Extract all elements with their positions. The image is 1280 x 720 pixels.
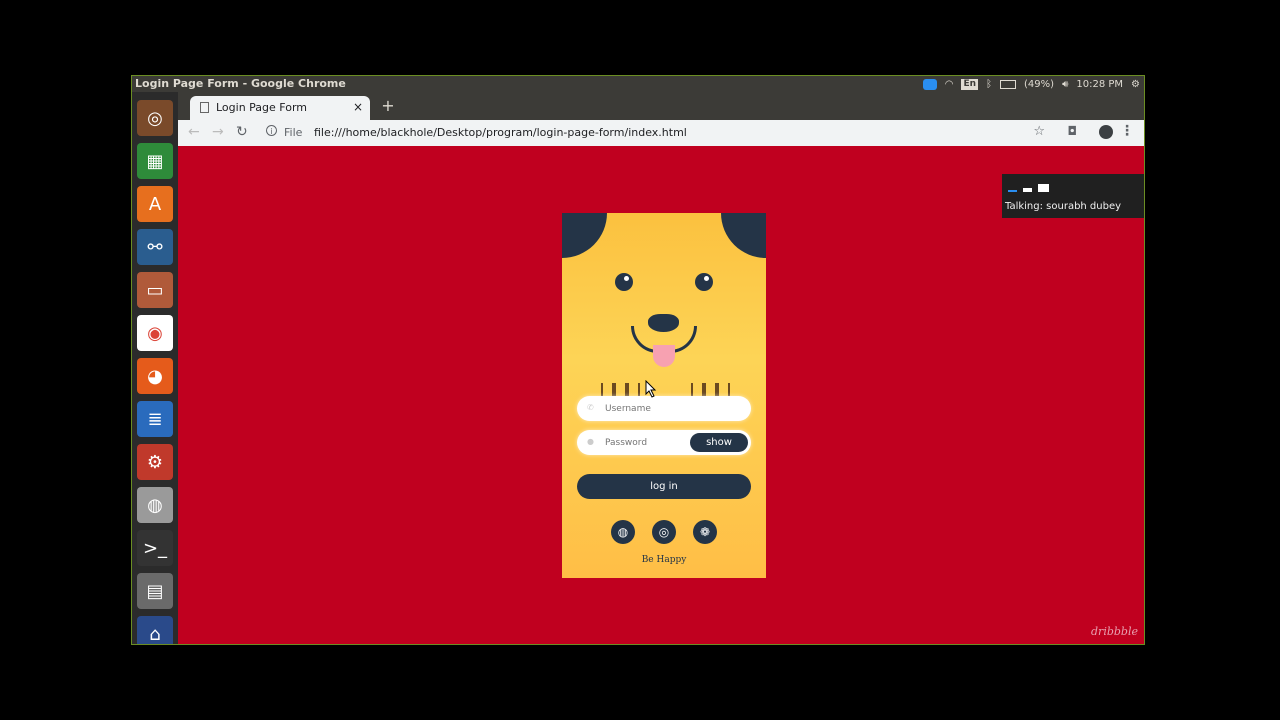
back-icon[interactable]: ←: [188, 124, 200, 140]
spreadsheet-icon[interactable]: ▦: [137, 143, 173, 179]
chat-icon: ●: [587, 437, 594, 446]
bluetooth-icon[interactable]: ᛒ: [986, 79, 992, 90]
address-bar[interactable]: file:///home/blackhole/Desktop/program/l…: [314, 126, 687, 139]
window-title: Login Page Form - Google Chrome: [135, 77, 346, 90]
left-eye: [615, 273, 633, 291]
ubuntu-dash-icon[interactable]: ◎: [137, 100, 173, 136]
talking-label: Talking: sourabh dubey: [1005, 201, 1122, 212]
username-input[interactable]: [603, 400, 687, 418]
terminal-icon[interactable]: >_: [137, 530, 173, 566]
clock[interactable]: 10:28 PM: [1076, 79, 1123, 90]
settings-icon[interactable]: ⚙: [137, 444, 173, 480]
mouse-cursor-icon: [645, 380, 657, 398]
weibo-icon[interactable]: ◎: [652, 520, 676, 544]
volume-icon[interactable]: 🔊︎: [1062, 79, 1068, 90]
top-panel: Login Page Form - Google Chrome ◠ En ᛒ (…: [132, 76, 1144, 92]
audio-bars-icon: [1008, 181, 1055, 192]
tongue: [653, 345, 675, 367]
menu-icon[interactable]: ⋮: [1120, 123, 1134, 139]
browser-window: Login Page Form × + ← → ↻ i File file://…: [178, 92, 1144, 644]
tab-strip: Login Page Form × +: [178, 92, 1144, 120]
trash-icon[interactable]: ⌂: [137, 616, 173, 644]
battery-percent: (49%): [1024, 78, 1055, 90]
launcher: ◎ ▦ A ⚯ ▭ ◉ ◕ ≣ ⚙ ◍ >_ ▤ ⌂: [132, 92, 178, 644]
paw-icon[interactable]: ❁: [693, 520, 717, 544]
page-icon: [200, 102, 209, 113]
chrome-icon[interactable]: ◉: [137, 315, 173, 351]
camera-indicator-icon[interactable]: [922, 78, 937, 90]
system-tray: ◠ En ᛒ (49%) 🔊︎ 10:28 PM ⚙: [922, 76, 1140, 92]
browser-toolbar: ← → ↻ i File file:///home/blackhole/Desk…: [178, 120, 1144, 147]
gear-icon[interactable]: ⚙: [1131, 79, 1140, 90]
firefox-icon[interactable]: ◕: [137, 358, 173, 394]
tab-title: Login Page Form: [216, 101, 308, 114]
workspaces-icon[interactable]: ▤: [137, 573, 173, 609]
forward-icon[interactable]: →: [212, 124, 224, 140]
address-prefix: File: [284, 126, 303, 139]
login-card: ✆ ● show log in ◍ ◎ ❁ Be Happy: [562, 213, 766, 578]
right-eye: [695, 273, 713, 291]
keyboard-layout[interactable]: En: [961, 78, 979, 90]
bookmark-star-icon[interactable]: ☆: [1033, 124, 1045, 139]
disks-icon[interactable]: ◍: [137, 487, 173, 523]
page-viewport: Talking: sourabh dubey ✆ Username ● show…: [178, 146, 1144, 644]
phone-icon: ✆: [587, 403, 594, 412]
close-icon[interactable]: ×: [353, 100, 363, 114]
info-icon[interactable]: i: [266, 125, 277, 136]
avatar[interactable]: [1099, 125, 1113, 139]
reload-icon[interactable]: ↻: [236, 124, 248, 140]
password-field: ● show: [577, 430, 751, 455]
login-button[interactable]: log in: [577, 474, 751, 499]
screenshot-icon[interactable]: ◘: [1068, 124, 1078, 138]
wifi-icon[interactable]: ◠: [945, 79, 954, 90]
username-field: ✆: [577, 396, 751, 421]
software-center-icon[interactable]: A: [137, 186, 173, 222]
footer-text: Be Happy: [641, 555, 687, 565]
talking-indicator: Talking: sourabh dubey: [1002, 174, 1144, 218]
writer-icon[interactable]: ≣: [137, 401, 173, 437]
dribbble-watermark: dribbble: [1091, 625, 1138, 638]
battery-icon[interactable]: [1000, 79, 1017, 89]
app-window: Login Page Form - Google Chrome ◠ En ᛒ (…: [131, 75, 1145, 645]
password-input[interactable]: [603, 434, 687, 452]
show-password-button[interactable]: show: [690, 433, 748, 452]
file-manager-icon[interactable]: ▭: [137, 272, 173, 308]
right-ear: [721, 213, 766, 258]
tab-login-page[interactable]: Login Page Form ×: [190, 96, 370, 120]
nose: [648, 314, 679, 332]
left-ear: [562, 213, 607, 258]
wechat-icon[interactable]: ◍: [611, 520, 635, 544]
new-tab-button[interactable]: +: [378, 96, 398, 116]
mysql-workbench-icon[interactable]: ⚯: [137, 229, 173, 265]
